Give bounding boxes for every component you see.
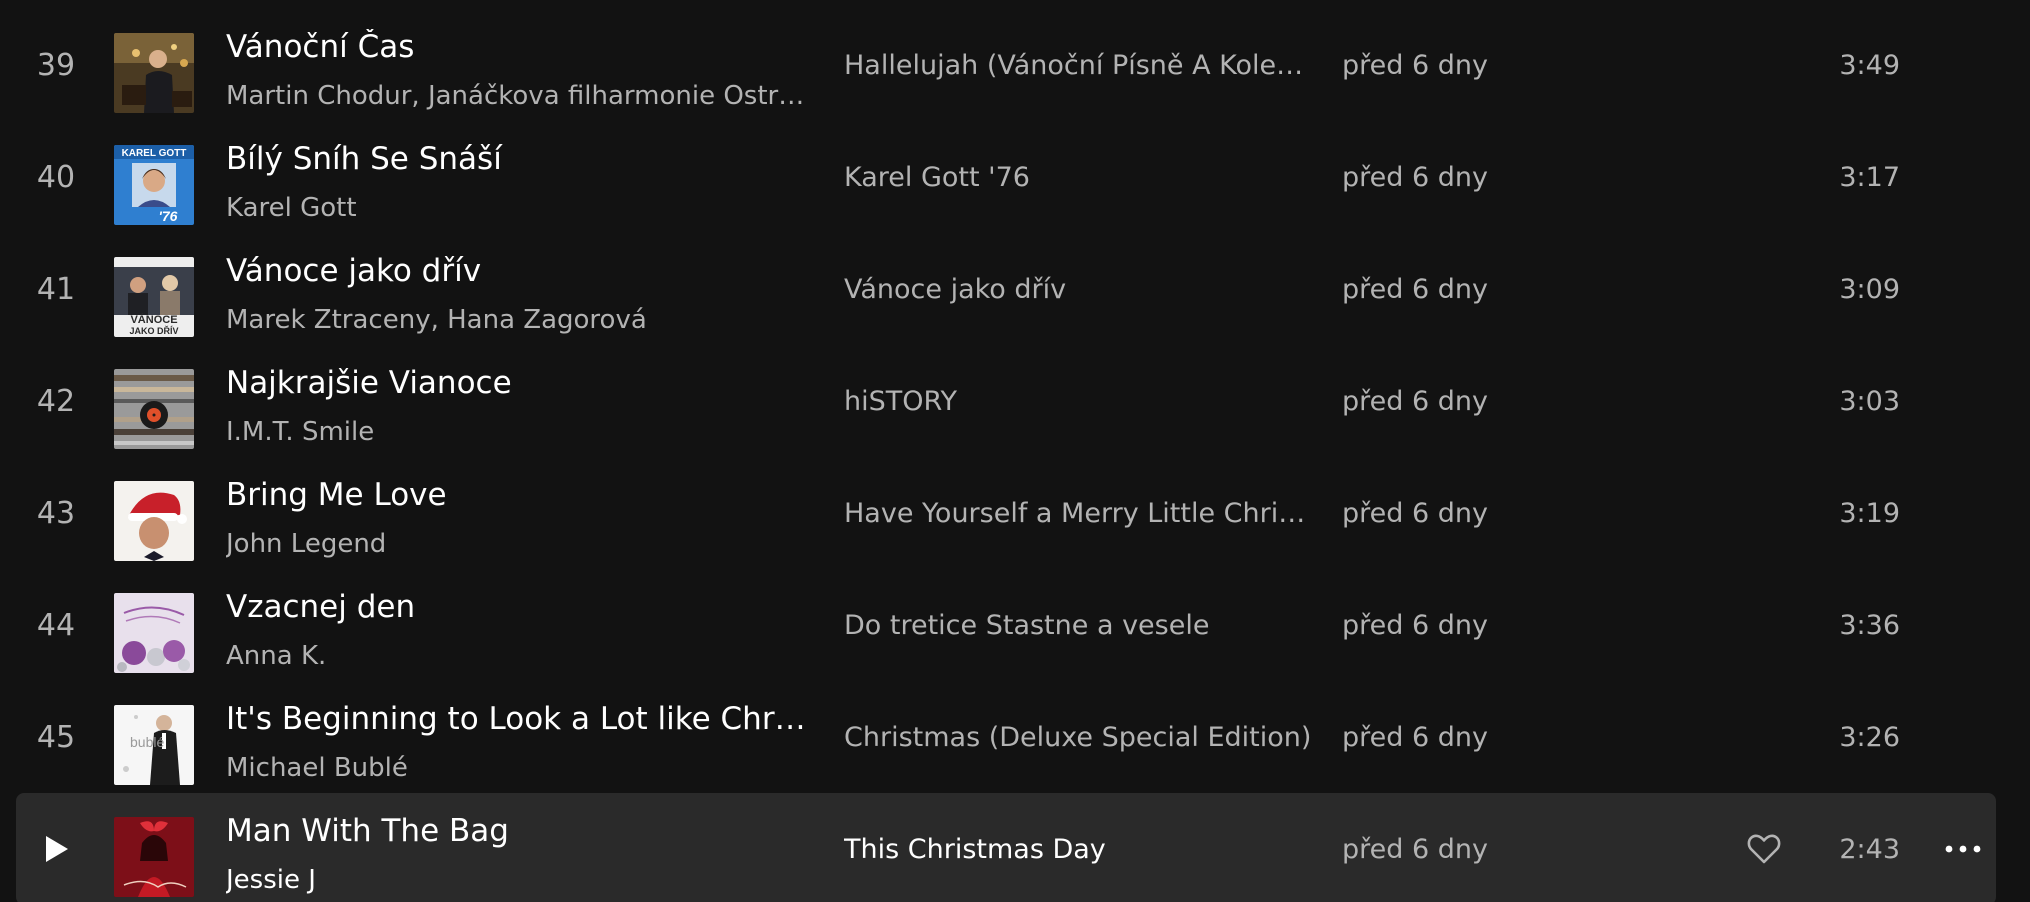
track-index: 41 [36,271,76,307]
track-artist[interactable]: Karel Gott [226,193,806,223]
track-album[interactable]: Vánoce jako dřív [844,233,1314,345]
track-title[interactable]: Vánoční Čas [226,29,806,65]
track-duration: 3:19 [1839,497,1900,529]
track-duration: 3:09 [1839,273,1900,305]
cover-text: VÁNOCE [130,313,177,326]
date-added: před 6 dny [1342,385,1488,417]
track-artist[interactable]: John Legend [226,529,806,559]
track-index: 45 [36,719,76,755]
date-added: před 6 dny [1342,721,1488,753]
track-duration: 3:17 [1839,161,1900,193]
album-link[interactable]: Do tretice Stastne a vesele [844,610,1209,641]
more-options-button[interactable] [1938,793,1988,902]
album-link[interactable]: This Christmas Day [844,834,1106,865]
date-added: před 6 dny [1342,497,1488,529]
track-row[interactable]: 40 KAREL GOTT '76 Bílý Sníh Se Snáší Kar… [16,121,1996,233]
track-album[interactable]: Christmas (Deluxe Special Edition) [844,681,1314,793]
track-artist[interactable]: Jessie J [226,865,806,895]
track-album[interactable]: Have Yourself a Merry Little Christmas [844,457,1314,569]
track-artist[interactable]: I.M.T. Smile [226,417,806,447]
track-row-hovered[interactable]: Man With The Bag Jessie J This Christmas… [16,793,1996,902]
save-to-library-button[interactable] [1736,793,1792,902]
date-added: před 6 dny [1342,161,1488,193]
album-cover-ornaments [114,593,194,673]
track-album[interactable]: This Christmas Day [844,793,1314,902]
track-artist[interactable]: Marek Ztraceny, Hana Zagorová [226,305,806,335]
track-title[interactable]: Bílý Sníh Se Snáší [226,141,806,177]
track-duration: 3:49 [1839,49,1900,81]
date-added: před 6 dny [1342,609,1488,641]
track-row[interactable]: 41 VÁNOCE JAKO DŘÍV Vánoce jako dřív Mar… [16,233,1996,345]
play-button[interactable] [16,793,96,902]
album-link[interactable]: Karel Gott '76 [844,162,1030,193]
cover-text: KAREL GOTT [122,148,187,159]
track-row[interactable]: 43 Bring Me Love John Legend Have Yourse… [16,457,1996,569]
album-link[interactable]: hiSTORY [844,386,957,417]
track-row[interactable]: 45 bublé It's Beginning to Look a Lot li… [16,681,1996,793]
track-artist[interactable]: Michael Bublé [226,753,806,783]
track-artist[interactable]: Martin Chodur, Janáčkova filharmonie Ost… [226,81,806,111]
album-cover-karel-gott-76: KAREL GOTT '76 [114,145,194,225]
track-row[interactable]: 42 Najkrajšie Vianoce I.M.T. Smile hiSTO… [16,345,1996,457]
track-duration: 3:26 [1839,721,1900,753]
cover-text: '76 [159,208,178,224]
date-added: před 6 dny [1342,273,1488,305]
heart-icon [1747,834,1781,864]
track-index: 40 [36,159,76,195]
album-link[interactable]: Vánoce jako dřív [844,274,1066,305]
track-row[interactable]: 39 Vánoční Čas Martin Chodur, Janáčkova … [16,9,1996,121]
track-title[interactable]: Bring Me Love [226,477,806,513]
track-album[interactable]: hiSTORY [844,345,1314,457]
track-duration: 3:36 [1839,609,1900,641]
track-duration: 2:43 [1839,833,1900,865]
album-cover-vanoce-jako-driv: VÁNOCE JAKO DŘÍV [114,257,194,337]
cover-text: JAKO DŘÍV [129,325,178,336]
track-index: 39 [36,47,76,83]
track-title[interactable]: It's Beginning to Look a Lot like Christ… [226,701,806,737]
track-album[interactable]: Do tretice Stastne a vesele [844,569,1314,681]
track-index: 43 [36,495,76,531]
play-icon [46,836,68,862]
track-title[interactable]: Najkrajšie Vianoce [226,365,806,401]
track-title[interactable]: Man With The Bag [226,813,806,849]
album-link[interactable]: Christmas (Deluxe Special Edition) [844,722,1311,753]
track-artist[interactable]: Anna K. [226,641,806,671]
track-title[interactable]: Vzacnej den [226,589,806,625]
track-row[interactable]: 44 Vzacnej den Anna K. Do tretice Stastn… [16,569,1996,681]
track-album[interactable]: Hallelujah (Vánoční Písně A Koledy) [844,9,1314,121]
tracklist: 39 Vánoční Čas Martin Chodur, Janáčkova … [16,0,1996,902]
album-cover-history [114,369,194,449]
album-cover-this-christmas-day [114,817,194,897]
track-index: 42 [36,383,76,419]
track-duration: 3:03 [1839,385,1900,417]
track-title[interactable]: Vánoce jako dřív [226,253,806,289]
track-index: 44 [36,607,76,643]
track-album[interactable]: Karel Gott '76 [844,121,1314,233]
album-cover-santa-hat [114,481,194,561]
cover-text: bublé [130,734,164,750]
date-added: před 6 dny [1342,833,1488,865]
album-link[interactable]: Hallelujah (Vánoční Písně A Koledy) [844,50,1314,81]
album-cover-buble-christmas: bublé [114,705,194,785]
more-options-icon [1945,845,1981,853]
date-added: před 6 dny [1342,49,1488,81]
album-cover-hallelujah [114,33,194,113]
album-link[interactable]: Have Yourself a Merry Little Christmas [844,498,1314,529]
